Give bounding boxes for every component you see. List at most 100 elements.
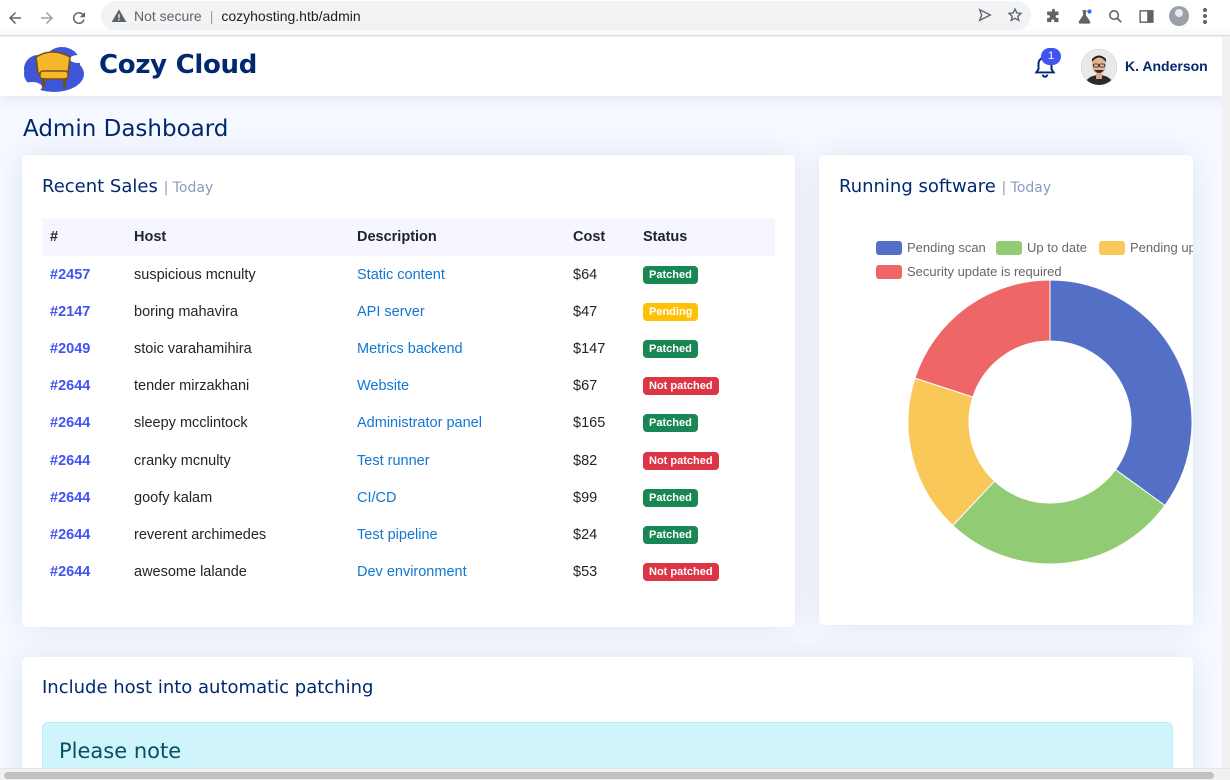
- user-name[interactable]: K. Anderson: [1125, 58, 1208, 74]
- vertical-scrollbar[interactable]: [1222, 36, 1230, 768]
- scrollbar-thumb[interactable]: [4, 772, 1214, 779]
- table-row: #2644 sleepy mcclintock Administrator pane…: [42, 405, 775, 442]
- row-status-cell: Not patched: [643, 368, 775, 405]
- row-cost: $24: [573, 526, 598, 543]
- table-row: #2049 stoic varahamihira Metrics backend $1…: [42, 330, 775, 367]
- status-badge: Pending: [643, 302, 699, 321]
- table-row: #2644 reverent archimedes Test pipeline $24…: [42, 516, 775, 553]
- legend-item[interactable]: Security update is required: [876, 264, 1062, 279]
- sales-table: # Host Description Cost Status #2457 susp…: [42, 218, 775, 591]
- row-host: suspicious mcnulty: [134, 266, 256, 283]
- order-id-link[interactable]: #2147: [50, 304, 90, 320]
- description-link[interactable]: Dev environment: [357, 564, 467, 580]
- running-software-donut-chart: [907, 279, 1193, 565]
- app-header: Cozy Cloud 1 K. Anderson: [0, 37, 1230, 96]
- automatic-patching-card: Include host into automatic patching Ple…: [22, 657, 1193, 780]
- donut-slice-pending-scan[interactable]: [1049, 279, 1193, 507]
- row-description-cell: Test pipeline: [357, 516, 573, 553]
- row-host: tender mirzakhani: [134, 378, 250, 395]
- order-id-link[interactable]: #2457: [50, 267, 90, 283]
- status-badge: Patched: [643, 265, 698, 284]
- horizontal-scrollbar[interactable]: [0, 768, 1230, 780]
- profile-icon[interactable]: [1169, 6, 1189, 26]
- status-badge: Patched: [643, 414, 698, 433]
- legend-swatch: [876, 240, 902, 255]
- row-id-cell: #2644: [42, 554, 134, 591]
- row-description-cell: CI/CD: [357, 479, 573, 516]
- back-icon[interactable]: [4, 7, 26, 29]
- browser-toolbar: Not secure | cozyhosting.htb/admin: [0, 0, 1230, 36]
- row-cost: $165: [573, 415, 606, 432]
- row-id-cell: #2644: [42, 479, 134, 516]
- send-icon[interactable]: [977, 7, 993, 23]
- row-status-cell: Not patched: [643, 442, 775, 479]
- table-row: #2457 suspicious mcnulty Static content $64…: [42, 256, 775, 293]
- order-id-link[interactable]: #2644: [50, 378, 90, 394]
- legend-item[interactable]: Pending update: [1099, 240, 1193, 255]
- search-icon[interactable]: [1107, 8, 1124, 25]
- donut-slice-security-update-is-required[interactable]: [914, 279, 1051, 398]
- row-description-cell: Administrator panel: [357, 405, 573, 442]
- side-panel-icon[interactable]: [1138, 8, 1155, 25]
- legend-label: Pending scan: [907, 240, 986, 255]
- avatar[interactable]: [1081, 49, 1117, 85]
- row-status-cell: Patched: [643, 405, 775, 442]
- table-row: #2644 goofy kalam CI/CD $99 Patched: [42, 479, 775, 516]
- order-id-link[interactable]: #2644: [50, 415, 90, 431]
- extensions-icon[interactable]: [1045, 8, 1062, 25]
- row-cost: $53: [573, 564, 598, 581]
- description-link[interactable]: API server: [357, 304, 425, 320]
- status-badge: Not patched: [643, 451, 719, 470]
- column-header-id: #: [50, 229, 59, 245]
- description-link[interactable]: Administrator panel: [357, 415, 482, 431]
- note-title: Please note: [59, 739, 182, 763]
- row-cost: $99: [573, 489, 598, 506]
- warning-icon: [111, 8, 127, 22]
- order-id-link[interactable]: #2644: [50, 564, 90, 580]
- notification-badge[interactable]: 1: [1041, 48, 1061, 65]
- order-id-link[interactable]: #2644: [50, 527, 90, 543]
- recent-sales-subtitle: | Today: [163, 180, 214, 196]
- table-row: #2644 cranky mcnulty Test runner $82 Not pat…: [42, 442, 775, 479]
- reload-icon[interactable]: [68, 7, 90, 29]
- status-badge: Patched: [643, 339, 698, 358]
- description-link[interactable]: Test runner: [357, 453, 430, 469]
- row-host: stoic varahamihira: [134, 340, 252, 357]
- bookmark-star-icon[interactable]: [1007, 7, 1023, 23]
- description-link[interactable]: CI/CD: [357, 490, 396, 506]
- card-title: Recent Sales | Today: [42, 176, 213, 197]
- legend-item[interactable]: Pending scan: [876, 240, 986, 255]
- order-id-link[interactable]: #2049: [50, 341, 90, 357]
- labs-flask-icon[interactable]: [1076, 8, 1093, 25]
- description-link[interactable]: Static content: [357, 267, 445, 283]
- order-id-link[interactable]: #2644: [50, 490, 90, 506]
- brand-name[interactable]: Cozy Cloud: [99, 50, 257, 80]
- table-row: #2644 tender mirzakhani Website $67 Not patc…: [42, 368, 775, 405]
- description-link[interactable]: Website: [357, 378, 409, 394]
- table-row: #2644 awesome lalande Dev environment $53 No…: [42, 554, 775, 591]
- legend-item[interactable]: Up to date: [996, 240, 1087, 255]
- status-badge: Patched: [643, 525, 698, 544]
- legend-label: Up to date: [1027, 240, 1087, 255]
- table-row: #2147 boring mahavira API server $47 Pending: [42, 293, 775, 330]
- recent-sales-title: Recent Sales: [42, 176, 158, 197]
- description-link[interactable]: Metrics backend: [357, 341, 463, 357]
- legend-swatch: [996, 240, 1022, 255]
- row-description-cell: Test runner: [357, 442, 573, 479]
- running-software-card: Running software | Today Pending scan Up …: [819, 155, 1193, 625]
- sales-table-body: #2457 suspicious mcnulty Static content $64…: [42, 256, 775, 591]
- row-id-cell: #2644: [42, 442, 134, 479]
- row-status-cell: Patched: [643, 516, 775, 553]
- cozy-cloud-logo[interactable]: [18, 39, 88, 95]
- row-id-cell: #2049: [42, 330, 134, 367]
- menu-icon[interactable]: [1203, 8, 1207, 24]
- forward-icon[interactable]: [36, 7, 58, 29]
- description-link[interactable]: Test pipeline: [357, 527, 438, 543]
- row-cost: $64: [573, 266, 598, 283]
- column-header-host: Host: [134, 229, 167, 245]
- address-bar[interactable]: Not secure | cozyhosting.htb/admin: [101, 1, 1031, 30]
- security-label: Not secure: [134, 7, 202, 24]
- order-id-link[interactable]: #2644: [50, 453, 90, 469]
- row-host: cranky mcnulty: [134, 452, 231, 469]
- table-header-row: # Host Description Cost Status: [42, 218, 775, 256]
